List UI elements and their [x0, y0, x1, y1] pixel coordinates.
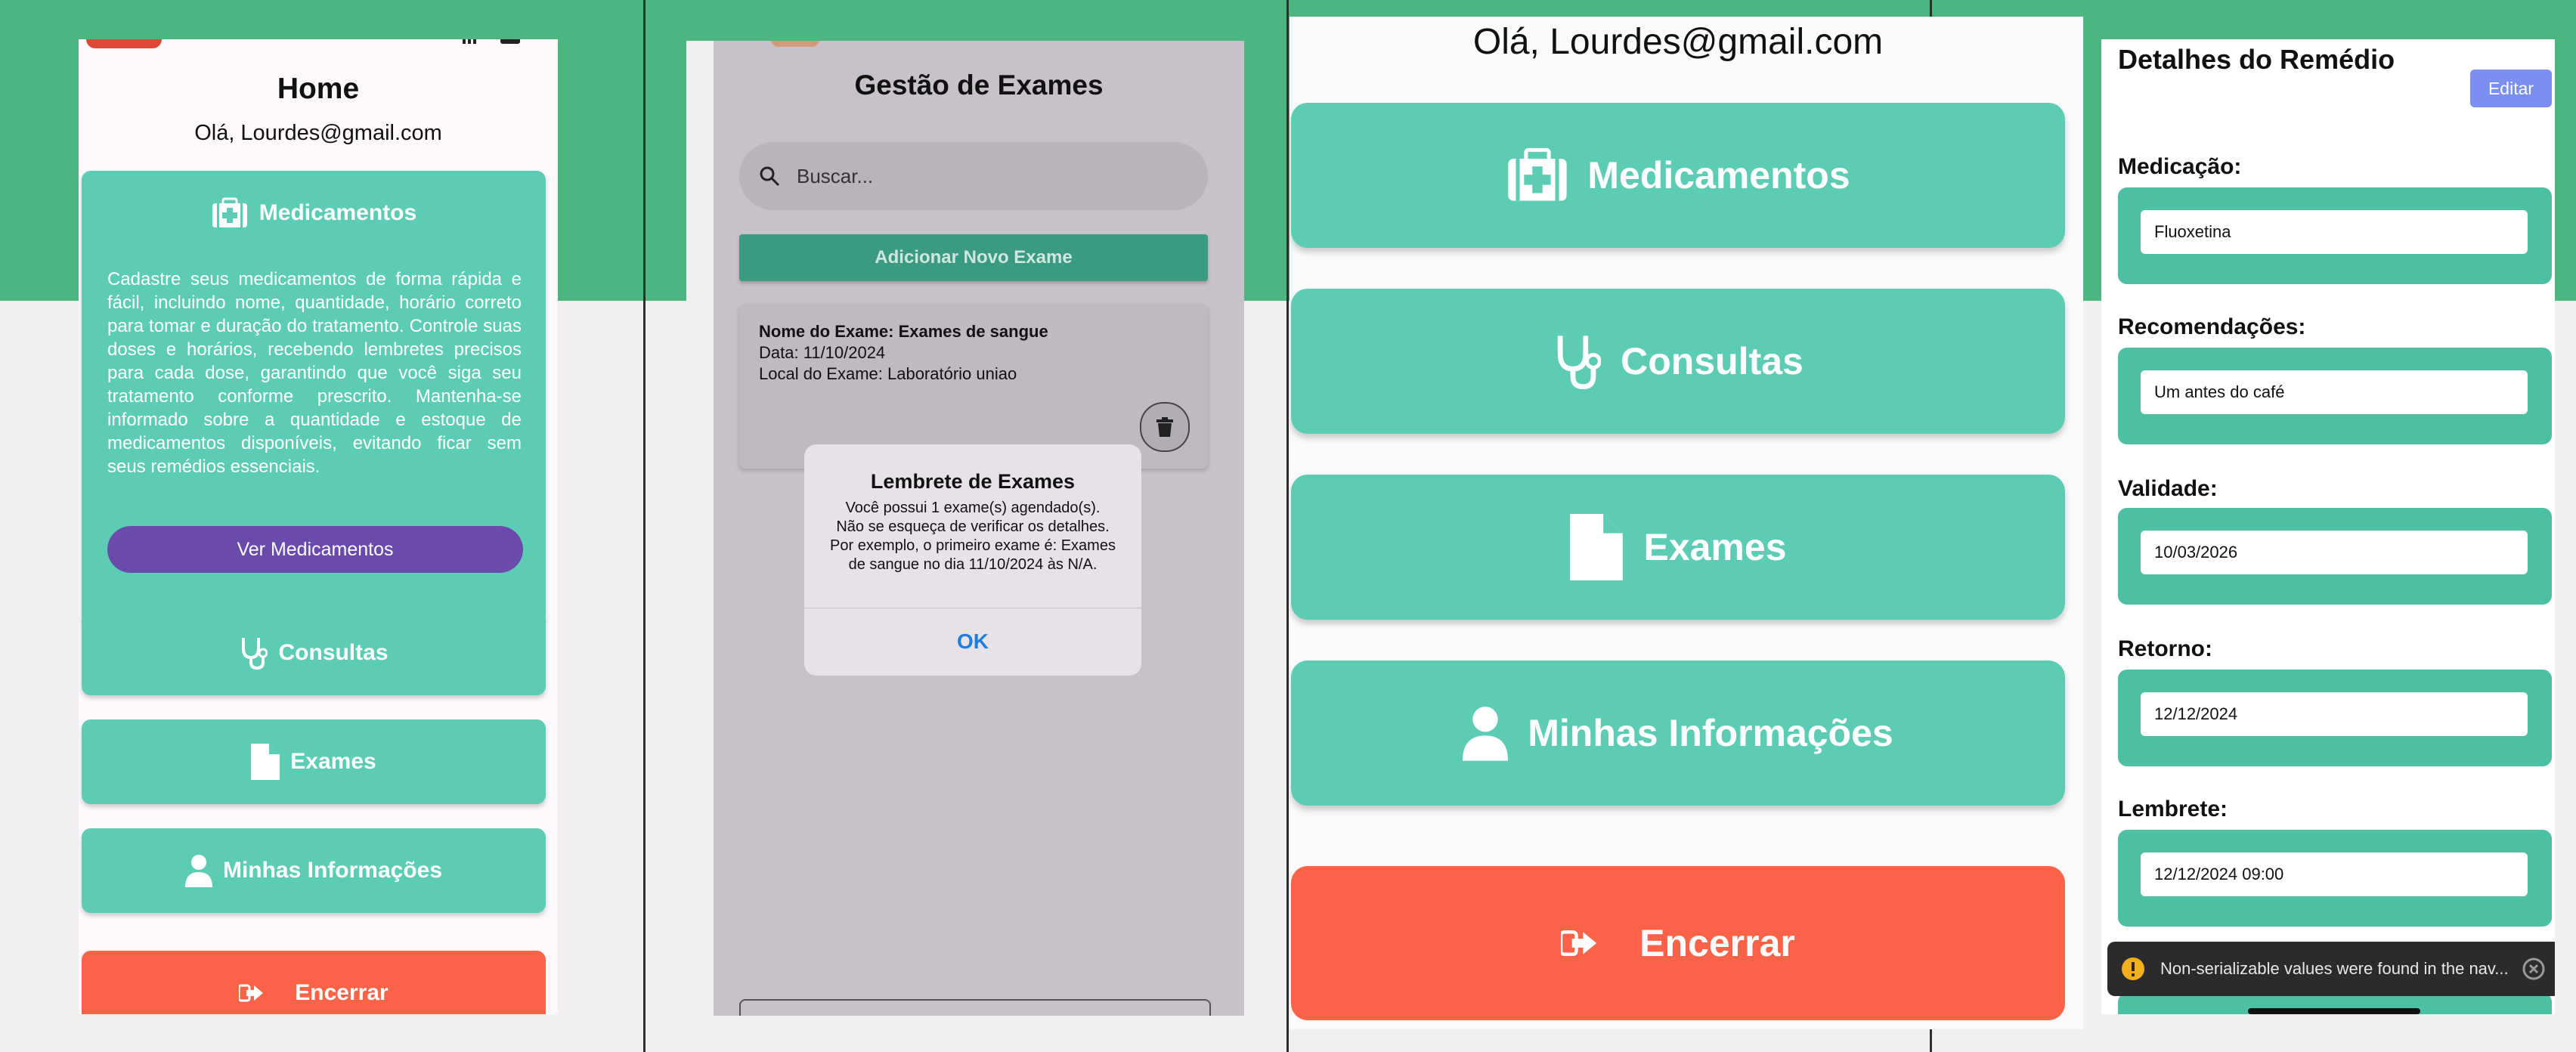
validade-input[interactable]: 10/03/2026	[2141, 531, 2528, 574]
user-icon	[1463, 705, 1509, 761]
alert-message: Você possui 1 exame(s) agendado(s). Não …	[830, 500, 1116, 573]
recomendacoes-field-container: Um antes do café	[2118, 348, 2552, 444]
encerrar-button[interactable]: Encerrar	[82, 951, 546, 1014]
panel-divider	[1286, 0, 1289, 1052]
minhas-informacoes-button[interactable]: Minhas Informações	[1291, 661, 2065, 806]
recomendacoes-input[interactable]: Um antes do café	[2141, 370, 2528, 414]
search-icon	[759, 166, 780, 187]
status-pill	[771, 41, 819, 47]
alert-ok-button[interactable]: OK	[804, 608, 1141, 675]
page-title: Gestão de Exames	[854, 70, 1104, 101]
alert-ok-label: OK	[957, 630, 989, 653]
home-screen: Home Olá, Lourdes@gmail.com Medicamentos…	[79, 39, 558, 1014]
recomendacoes-label: Recomendações:	[2118, 314, 2306, 339]
warning-icon	[2121, 957, 2145, 981]
lembrete-label: Lembrete:	[2118, 797, 2228, 821]
trash-icon	[1156, 417, 1173, 437]
medicamentos-description: Cadastre seus medicamentos de forma rápi…	[107, 269, 522, 477]
medicine-detail-screen: Detalhes do Remédio Editar Medicação: Fl…	[2101, 39, 2555, 1014]
minhas-informacoes-button[interactable]: Minhas Informações	[82, 828, 546, 913]
logout-icon	[1561, 928, 1599, 958]
warning-toast[interactable]: Non-serializable values were found in th…	[2107, 942, 2555, 996]
retorno-field-container: 12/12/2024	[2118, 670, 2552, 766]
page-title: Detalhes do Remédio	[2118, 44, 2395, 75]
minhas-informacoes-label: Minhas Informações	[1528, 712, 1893, 754]
menu-screen: Olá, Lourdes@gmail.com Medicamentos Cons…	[1290, 17, 2083, 1029]
ver-medicamentos-button[interactable]: Ver Medicamentos	[107, 526, 523, 573]
exam-date: Data: 11/10/2024	[759, 343, 886, 362]
page-title: Home	[277, 73, 360, 105]
encerrar-label: Encerrar	[1639, 922, 1795, 964]
consultas-button[interactable]: Consultas	[1291, 289, 2065, 434]
document-icon	[1569, 514, 1624, 580]
document-icon	[251, 744, 280, 780]
stethoscope-icon	[239, 636, 268, 670]
exames-label: Exames	[1643, 526, 1787, 568]
medicacao-label: Medicação:	[2118, 154, 2242, 179]
exams-screen: Gestão de Exames Buscar... Adicionar Nov…	[686, 41, 1244, 1016]
medicamentos-label: Medicamentos	[1587, 154, 1850, 196]
toast-message: Non-serializable values were found in th…	[2160, 959, 2509, 978]
ver-medicamentos-label: Ver Medicamentos	[237, 538, 394, 560]
consultas-label: Consultas	[1621, 340, 1804, 382]
add-exam-button[interactable]: Adicionar Novo Exame	[739, 234, 1208, 281]
search-placeholder: Buscar...	[797, 164, 874, 187]
greeting: Olá, Lourdes@gmail.com	[1472, 22, 1884, 62]
medicamentos-button[interactable]: Medicamentos	[1291, 103, 2065, 248]
lembrete-input[interactable]: 12/12/2024 09:00	[2141, 852, 2528, 896]
add-exam-label: Adicionar Novo Exame	[875, 247, 1073, 268]
search-bar[interactable]: Buscar...	[739, 142, 1208, 210]
first-aid-kit-icon	[211, 197, 249, 229]
medicamentos-title: Medicamentos	[259, 200, 417, 225]
retorno-label: Retorno:	[2118, 636, 2212, 661]
user-icon	[184, 854, 212, 887]
encerrar-label: Encerrar	[295, 980, 389, 1005]
status-time-pill	[86, 39, 162, 48]
exam-name: Nome do Exame: Exames de sangue	[759, 322, 1048, 341]
status-icons	[463, 39, 523, 45]
delete-exam-button[interactable]	[1140, 402, 1190, 452]
exames-button[interactable]: Exames	[82, 719, 546, 804]
close-icon[interactable]	[2522, 958, 2545, 980]
bottom-card-edge	[739, 999, 1211, 1016]
greeting: Olá, Lourdes@gmail.com	[194, 121, 442, 145]
logout-icon	[239, 983, 265, 1003]
exames-button[interactable]: Exames	[1291, 475, 2065, 620]
alert-dialog: Lembrete de Exames Você possui 1 exame(s…	[804, 444, 1141, 676]
medicamentos-card: Medicamentos Cadastre seus medicamentos …	[82, 171, 546, 623]
panel-divider	[643, 0, 646, 1052]
retorno-input[interactable]: 12/12/2024	[2141, 692, 2528, 736]
validade-field-container: 10/03/2026	[2118, 508, 2552, 605]
edit-button[interactable]: Editar	[2470, 70, 2552, 107]
medicacao-input[interactable]: Fluoxetina	[2141, 210, 2528, 254]
exames-label: Exames	[290, 749, 376, 774]
edit-label: Editar	[2488, 78, 2534, 98]
lembrete-field-container: 12/12/2024 09:00	[2118, 830, 2552, 927]
encerrar-button[interactable]: Encerrar	[1291, 866, 2065, 1020]
exam-location: Local do Exame: Laboratório uniao	[759, 364, 1017, 383]
alert-title: Lembrete de Exames	[870, 470, 1076, 493]
validade-label: Validade:	[2118, 476, 2218, 501]
first-aid-kit-icon	[1506, 147, 1569, 203]
minhas-informacoes-label: Minhas Informações	[222, 858, 443, 883]
home-indicator	[2248, 1008, 2420, 1014]
consultas-button[interactable]: Consultas	[82, 611, 546, 695]
medicacao-field-container: Fluoxetina	[2118, 187, 2552, 284]
left-margin	[686, 41, 714, 1016]
consultas-label: Consultas	[278, 640, 389, 665]
stethoscope-icon	[1553, 333, 1602, 390]
